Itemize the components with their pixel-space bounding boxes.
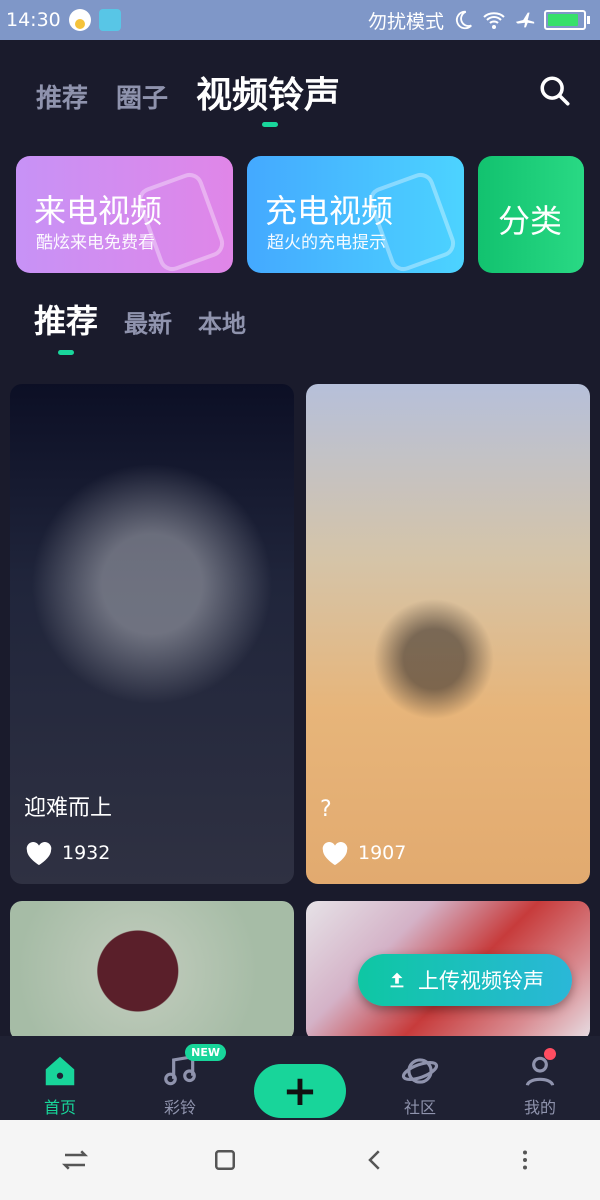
status-left: 14:30 (6, 9, 121, 31)
like-count-row: 1932 (24, 840, 110, 866)
plus-icon: + (282, 1066, 318, 1115)
back-icon[interactable] (360, 1145, 390, 1175)
upload-video-ringtone-button[interactable]: 上传视频铃声 (358, 954, 572, 1006)
heart-icon[interactable] (320, 840, 350, 866)
create-button[interactable]: + (254, 1064, 346, 1118)
battery-icon (544, 10, 590, 30)
subtab-local[interactable]: 本地 (198, 304, 246, 339)
tab-video-ringtone[interactable]: 视频铃声 (196, 66, 340, 118)
bottom-nav: 首页 NEW 彩铃 + 社区 我的 (0, 1036, 600, 1120)
sub-tabs: 推荐 最新 本地 (34, 296, 246, 342)
banner-charging-video[interactable]: 充电视频 超火的充电提示 (247, 156, 464, 273)
nav-label: 首页 (43, 1098, 76, 1117)
upload-icon (390, 972, 404, 988)
status-right: 勿扰模式 (367, 7, 590, 34)
upload-label: 上传视频铃声 (418, 969, 544, 993)
qq-icon (68, 9, 91, 31)
banner-subtitle: 酷炫来电免费看 (36, 233, 155, 253)
video-title: ? (320, 797, 332, 822)
banner-subtitle: 超火的充电提示 (267, 233, 386, 253)
home-icon (45, 1056, 75, 1086)
search-icon[interactable] (538, 74, 572, 108)
heart-icon[interactable] (24, 840, 54, 866)
video-title: 迎难而上 (24, 796, 113, 821)
home-square-icon[interactable] (210, 1145, 240, 1175)
subtab-recommend[interactable]: 推荐 (34, 296, 98, 342)
top-tabs: 推荐 圈子 视频铃声 (36, 66, 340, 118)
video-card[interactable] (10, 901, 294, 1041)
video-card[interactable]: 迎难而上 1932 (10, 384, 294, 884)
moon-icon (455, 10, 472, 30)
banner-category[interactable]: 分类 (478, 156, 584, 273)
like-count: 1932 (62, 842, 111, 864)
like-count: 1907 (358, 842, 407, 864)
video-card[interactable]: ? 1907 (306, 384, 590, 884)
time: 14:30 (6, 9, 61, 31)
nav-label: 我的 (523, 1098, 556, 1117)
system-nav-bar (0, 1120, 600, 1200)
usb-icon (98, 9, 121, 31)
airplane-icon (515, 12, 535, 28)
more-icon[interactable] (510, 1145, 540, 1175)
notification-dot (544, 1048, 556, 1060)
nav-community[interactable]: 社区 (370, 1036, 470, 1118)
active-subtab-indicator (58, 350, 74, 355)
dnd-text: 勿扰模式 (367, 10, 444, 33)
banner-title: 充电视频 (265, 192, 394, 230)
tab-circle[interactable]: 圈子 (116, 78, 168, 115)
tab-recommend[interactable]: 推荐 (36, 78, 88, 115)
nav-ringtone[interactable]: NEW 彩铃 (130, 1036, 230, 1118)
nav-home[interactable]: 首页 (10, 1036, 110, 1118)
nav-label: 社区 (403, 1098, 436, 1117)
banner-incoming-call-video[interactable]: 来电视频 酷炫来电免费看 (16, 156, 233, 273)
active-tab-indicator (262, 122, 278, 127)
nav-profile[interactable]: 我的 (490, 1036, 590, 1118)
banner-row: 来电视频 酷炫来电免费看 充电视频 超火的充电提示 分类 (16, 156, 584, 273)
status-bar: 14:30 勿扰模式 (0, 0, 600, 40)
nav-label: 彩铃 (163, 1098, 196, 1117)
like-count-row: 1907 (320, 840, 406, 866)
subtab-latest[interactable]: 最新 (124, 304, 172, 339)
new-badge: NEW (185, 1044, 226, 1061)
menu-swap-icon[interactable] (60, 1145, 90, 1175)
banner-title: 分类 (498, 202, 563, 240)
planet-icon (401, 1058, 439, 1084)
wifi-icon (483, 12, 505, 29)
banner-title: 来电视频 (34, 192, 163, 230)
nav-create[interactable]: + (250, 1036, 350, 1118)
